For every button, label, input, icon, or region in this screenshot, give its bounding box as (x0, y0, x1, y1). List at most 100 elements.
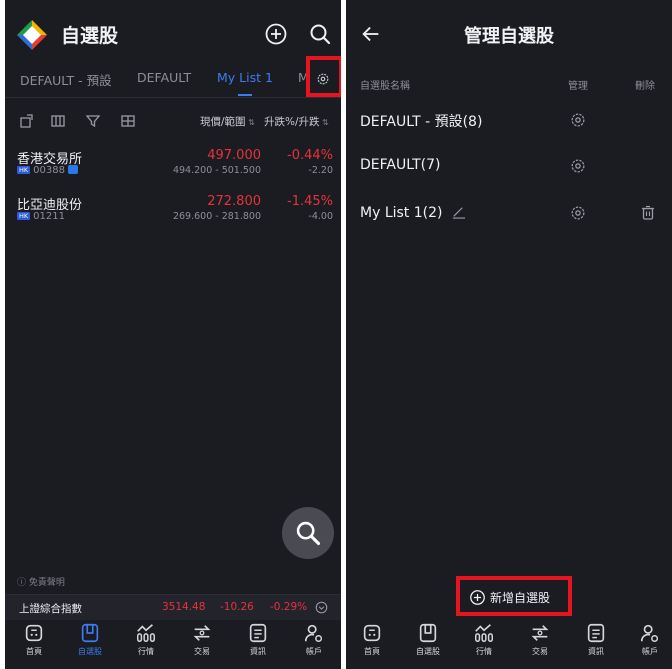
account-icon (304, 624, 323, 642)
trash-icon[interactable] (640, 205, 656, 221)
nav-label: 自選股 (416, 647, 440, 656)
nav-label: 交易 (194, 647, 210, 656)
stock-price: 272.800 (207, 194, 261, 209)
nav-label: 資訊 (588, 647, 604, 656)
nav-home[interactable]: 首頁 (352, 622, 392, 657)
add-circle-icon[interactable] (264, 22, 288, 46)
search-icon[interactable] (308, 22, 332, 46)
tab-my-list-1[interactable]: My List 1 (217, 70, 273, 85)
nav-label: 行情 (138, 647, 154, 656)
bottom-nav: 首頁 自選股 行情 交易 資訊 帳戶 (346, 620, 672, 669)
watchlist-screen: 自選股 DEFAULT - 預設 DEFAULT My List 1 M 現價/… (5, 0, 341, 669)
tab-default-preset[interactable]: DEFAULT - 預設 (20, 70, 112, 89)
filter-icon[interactable] (85, 113, 101, 129)
gear-icon[interactable] (569, 157, 587, 175)
watchlist-icon (419, 623, 437, 643)
page-title: 管理自選股 (464, 26, 554, 47)
app-title: 自選股 (61, 25, 119, 47)
nav-account[interactable]: 帳戶 (630, 622, 670, 657)
list-name: DEFAULT - 預設(8) (360, 114, 483, 130)
change-label: 升跌%/升跌 (264, 116, 320, 128)
stock-code: HK 01211 (17, 211, 65, 222)
home-icon (363, 624, 381, 642)
nav-label: 資訊 (250, 647, 266, 656)
watchlist-tabs: DEFAULT - 預設 DEFAULT My List 1 M (5, 56, 341, 98)
nav-account[interactable]: 帳戶 (294, 622, 334, 657)
market-badge: HK (17, 212, 31, 220)
list-name-text: My List 1(2) (360, 205, 443, 221)
nav-news[interactable]: 資訊 (576, 622, 616, 657)
add-circle-icon (470, 590, 485, 605)
search-icon (296, 521, 321, 546)
nav-label: 首頁 (26, 647, 42, 656)
stock-change: -2.20 (308, 165, 333, 176)
stock-code: HK 00388 (17, 165, 78, 176)
grid-view-icon[interactable] (120, 113, 136, 129)
price-range-label: 現價/範圍 (200, 116, 246, 128)
column-header-manage: 管理 (568, 81, 588, 92)
account-icon (640, 624, 659, 642)
sort-icon: ⇅ (319, 118, 329, 127)
news-icon (249, 623, 267, 643)
active-tab-indicator (238, 94, 252, 96)
gear-icon[interactable] (569, 111, 587, 129)
sort-icon: ⇅ (245, 118, 255, 127)
layout-icon[interactable] (50, 113, 66, 129)
nav-label: 自選股 (78, 647, 102, 656)
app-header: 自選股 (5, 0, 341, 64)
add-watchlist-button[interactable]: 新增自選股 (456, 576, 572, 616)
trade-icon (193, 625, 211, 641)
list-name: DEFAULT(7) (360, 157, 441, 173)
disclaimer-link[interactable]: ⓘ 免責聲明 (17, 575, 65, 588)
add-watchlist-label: 新增自選股 (490, 591, 551, 605)
nav-label: 交易 (532, 647, 548, 656)
stock-code-text: 00388 (33, 165, 65, 176)
info-icon: ⓘ (17, 578, 29, 588)
index-change: -10.26 (220, 601, 254, 613)
market-icon (137, 624, 155, 642)
market-badge: HK (17, 166, 31, 174)
gear-icon[interactable] (569, 204, 587, 222)
stock-price: 497.000 (207, 148, 261, 163)
nav-label: 首頁 (364, 647, 380, 656)
chevron-down-icon[interactable] (315, 601, 328, 614)
stock-range: 494.200 - 501.500 (172, 165, 261, 176)
market-icon (475, 624, 493, 642)
index-ticker-bar[interactable]: 上證綜合指數 3514.48 -10.26 -0.29% (5, 594, 341, 620)
column-header-name: 自選股名稱 (360, 81, 410, 92)
floating-search-button[interactable] (282, 507, 334, 559)
app-logo-icon (17, 20, 47, 50)
home-icon (25, 624, 43, 642)
news-icon (587, 623, 605, 643)
stock-change-pct: -0.44% (287, 148, 333, 163)
bottom-nav: 首頁 自選股 行情 交易 資訊 帳戶 (5, 620, 341, 669)
stock-code-text: 01211 (33, 211, 65, 222)
add-watchlist-content: 新增自選股 (469, 589, 550, 606)
list-name: My List 1(2) (360, 204, 466, 221)
manage-watchlist-screen: 管理自選股 自選股名稱 管理 刪除 DEFAULT - 預設(8) DEFAUL… (346, 0, 672, 669)
nav-label: 帳戶 (642, 647, 658, 656)
nav-label: 帳戶 (306, 647, 322, 656)
nav-watchlist[interactable]: 自選股 (70, 622, 110, 657)
export-icon[interactable] (19, 113, 35, 129)
watchlist-icon (81, 623, 99, 643)
index-value: 3514.48 (162, 601, 206, 613)
stock-change-pct: -1.45% (287, 194, 333, 209)
edit-pencil-icon[interactable] (451, 204, 466, 219)
sort-price-range[interactable]: 現價/範圍 ⇅ (200, 114, 255, 129)
trade-icon (531, 625, 549, 641)
index-name: 上證綜合指數 (19, 603, 82, 615)
sort-change[interactable]: 升跌%/升跌 ⇅ (264, 114, 329, 129)
nav-label: 行情 (476, 647, 492, 656)
nav-watchlist[interactable]: 自選股 (408, 622, 448, 657)
nav-trade[interactable]: 交易 (182, 622, 222, 657)
tab-default[interactable]: DEFAULT (137, 70, 191, 85)
nav-market[interactable]: 行情 (126, 622, 166, 657)
column-header-delete: 刪除 (635, 81, 655, 92)
stock-change: -4.00 (308, 211, 333, 222)
nav-news[interactable]: 資訊 (238, 622, 278, 657)
disclaimer-label: 免責聲明 (28, 578, 65, 588)
nav-trade[interactable]: 交易 (520, 622, 560, 657)
nav-market[interactable]: 行情 (464, 622, 504, 657)
nav-home[interactable]: 首頁 (14, 622, 54, 657)
